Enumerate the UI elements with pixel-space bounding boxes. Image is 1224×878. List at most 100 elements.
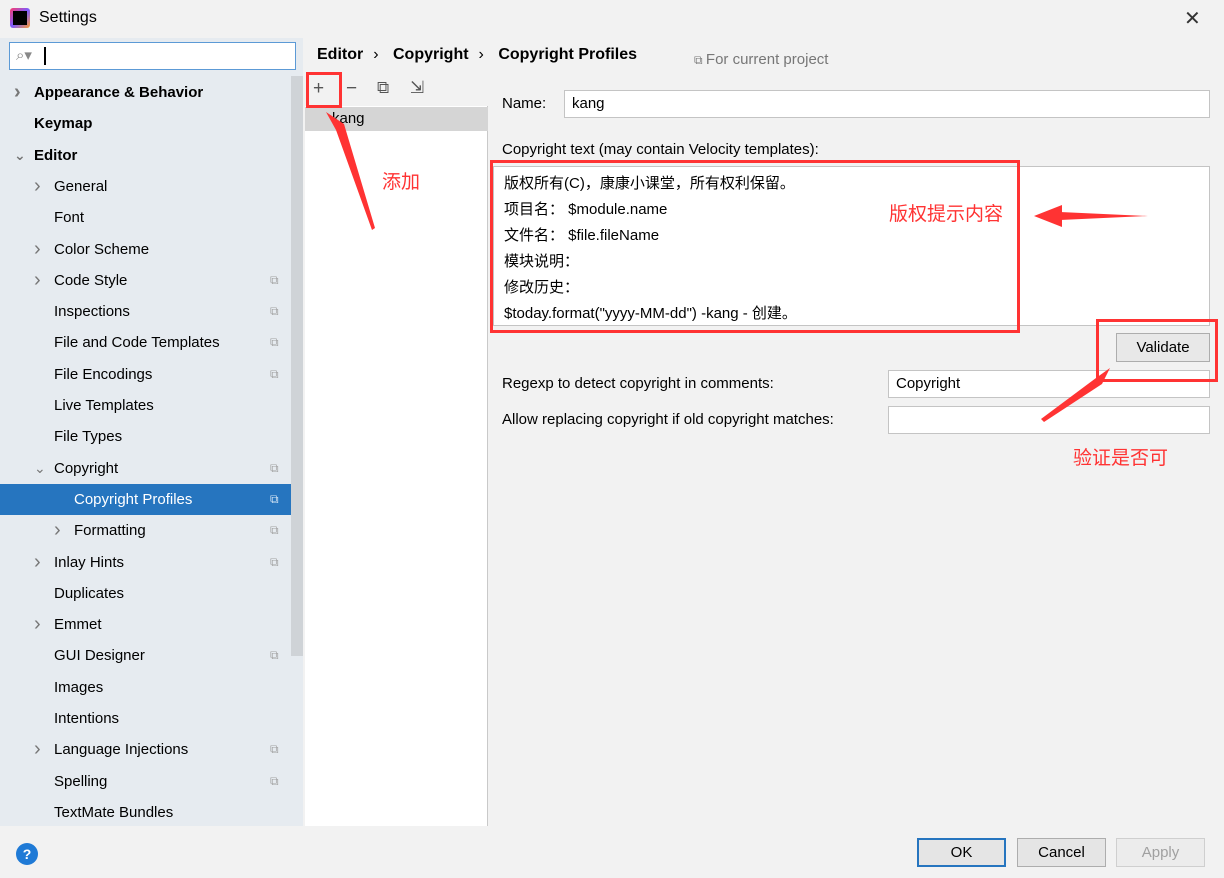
copyright-line: 版权所有(C)，康康小课堂，所有权利保留。 <box>504 175 795 192</box>
sidebar-item-gui-designer[interactable]: GUI Designer ⧉ <box>0 640 290 671</box>
sidebar-item-emmet[interactable]: › Emmet <box>0 609 290 640</box>
sidebar-item-label: GUI Designer <box>54 647 145 665</box>
sidebar-item-label: Copyright Profiles <box>74 490 193 508</box>
project-icon: ⧉ <box>694 53 706 67</box>
sidebar-item-font[interactable]: Font <box>0 202 290 233</box>
annotation-content: 版权提示内容 <box>889 204 1004 225</box>
copyright-text-area[interactable]: 版权所有(C)，康康小课堂，所有权利保留。 项目名： $module.name … <box>493 166 1210 326</box>
regexp-input[interactable]: Copyright <box>888 370 1210 398</box>
annotation-validate: 验证是否可 <box>1073 448 1169 469</box>
sidebar-item-textmate-bundles[interactable]: TextMate Bundles <box>0 797 290 828</box>
sidebar-item-language-injections[interactable]: › Language Injections ⧉ <box>0 734 290 765</box>
sidebar-item-duplicates[interactable]: Duplicates <box>0 578 290 609</box>
project-scope-icon: ⧉ <box>270 304 279 319</box>
sidebar-item-label: TextMate Bundles <box>54 803 174 821</box>
chevron-right-icon[interactable]: › <box>34 609 41 640</box>
name-label: Name: <box>502 95 547 112</box>
ok-button[interactable]: OK <box>917 838 1006 867</box>
chevron-down-icon[interactable]: ⌄ <box>14 140 26 171</box>
sidebar-item-label: Images <box>54 678 104 696</box>
add-icon[interactable]: + <box>313 78 324 100</box>
sidebar-item-label: Intentions <box>54 710 120 727</box>
sidebar-item-label: File and Code Templates <box>54 334 220 352</box>
profiles-toolbar <box>305 76 488 106</box>
sidebar-item-formatting[interactable]: › Formatting ⧉ <box>0 515 290 546</box>
sidebar-item-copyright[interactable]: ⌄ Copyright ⧉ <box>0 453 290 484</box>
chevron-right-icon[interactable]: › <box>14 77 21 108</box>
for-current-project: ⧉ For current project <box>694 51 828 68</box>
sidebar-item-label: Color Scheme <box>54 240 150 258</box>
for-current-project-label: For current project <box>705 51 829 68</box>
project-scope-icon: ⧉ <box>270 554 279 569</box>
chevron-right-icon[interactable]: › <box>54 515 61 546</box>
sidebar-item-label: General <box>54 177 108 195</box>
sidebar-item-general[interactable]: › General <box>0 171 290 202</box>
project-scope-icon: ⧉ <box>270 773 279 788</box>
sidebar-item-appearance-behavior[interactable]: › Appearance & Behavior <box>0 77 290 108</box>
sidebar-item-file-and-code-templates[interactable]: File and Code Templates ⧉ <box>0 327 290 358</box>
remove-icon[interactable]: − <box>346 78 357 100</box>
breadcrumb-editor: Editor <box>317 46 364 63</box>
chevron-right-icon[interactable]: › <box>34 234 41 265</box>
chevron-down-icon[interactable]: ⌄ <box>34 453 46 484</box>
sidebar-item-images[interactable]: Images <box>0 672 290 703</box>
close-icon[interactable]: ✕ <box>1184 6 1201 31</box>
sidebar-item-label: Editor <box>34 146 78 164</box>
breadcrumb: Editor › Copyright › Copyright Profiles <box>317 46 638 63</box>
sidebar-item-label: Emmet <box>54 616 102 634</box>
copy-icon[interactable]: ⧉ <box>377 78 389 98</box>
chevron-right-icon[interactable]: › <box>34 734 41 765</box>
sidebar-item-label: Duplicates <box>54 584 125 602</box>
sidebar-item-label: Appearance & Behavior <box>34 84 204 101</box>
validate-button[interactable]: Validate <box>1116 333 1210 362</box>
sidebar-item-color-scheme[interactable]: › Color Scheme <box>0 234 290 265</box>
project-scope-icon: ⧉ <box>270 491 279 506</box>
chevron-right-icon[interactable]: › <box>34 265 41 296</box>
project-scope-icon: ⧉ <box>270 742 279 757</box>
allow-replacing-input[interactable] <box>888 406 1210 434</box>
sidebar-item-copyright-profiles[interactable]: Copyright Profiles ⧉ <box>0 483 303 515</box>
sidebar-item-inlay-hints[interactable]: › Inlay Hints ⧉ <box>0 547 290 578</box>
copyright-line: 文件名： $file.fileName <box>504 227 660 244</box>
sidebar-item-spelling[interactable]: Spelling ⧉ <box>0 766 290 797</box>
annotation-add: 添加 <box>382 172 421 193</box>
project-scope-icon: ⧉ <box>270 523 279 538</box>
sidebar-item-live-templates[interactable]: Live Templates <box>0 390 290 421</box>
name-input[interactable]: kang <box>564 90 1210 118</box>
sidebar-item-label: Inlay Hints <box>54 553 125 571</box>
sidebar-item-label: Keymap <box>34 115 93 133</box>
sidebar-item-label: Spelling <box>54 772 108 790</box>
project-scope-icon: ⧉ <box>270 366 279 381</box>
sidebar-item-label: Live Templates <box>54 397 154 414</box>
project-scope-icon: ⧉ <box>270 335 279 350</box>
project-scope-icon: ⧉ <box>270 648 279 663</box>
sidebar-item-label: Formatting <box>74 522 146 540</box>
sidebar-item-editor[interactable]: ⌄ Editor <box>0 140 290 171</box>
chevron-right-icon[interactable]: › <box>34 171 41 202</box>
help-icon[interactable]: ? <box>16 843 38 865</box>
profile-item-kang[interactable]: kang <box>305 107 488 131</box>
cancel-button[interactable]: Cancel <box>1017 838 1106 867</box>
title-bar <box>0 0 1224 38</box>
window-title: Settings <box>39 9 97 26</box>
copyright-line: 修改历史： <box>504 279 580 296</box>
sidebar-item-label: File Encodings <box>54 365 153 383</box>
copyright-line: 项目名： $module.name <box>504 201 668 218</box>
search-input[interactable]: ⌕▾ <box>9 42 296 70</box>
sidebar-item-intentions[interactable]: Intentions <box>0 703 290 734</box>
chevron-right-icon[interactable]: › <box>34 547 41 578</box>
sidebar-item-label: Copyright <box>54 459 119 477</box>
import-icon[interactable]: ⇲ <box>410 78 424 98</box>
intellij-app-icon <box>10 8 30 28</box>
sidebar-item-code-style[interactable]: › Code Style ⧉ <box>0 265 290 296</box>
sidebar-scrollbar[interactable] <box>291 76 303 656</box>
copyright-text-label: Copyright text (may contain Velocity tem… <box>502 141 819 158</box>
breadcrumb-copyright: Copyright <box>393 46 469 63</box>
text-cursor <box>44 47 46 65</box>
sidebar-item-inspections[interactable]: Inspections ⧉ <box>0 296 290 327</box>
apply-button[interactable]: Apply <box>1116 838 1205 867</box>
sidebar-item-keymap[interactable]: Keymap <box>0 108 290 139</box>
sidebar-item-file-encodings[interactable]: File Encodings ⧉ <box>0 359 290 390</box>
sidebar-item-file-types[interactable]: File Types <box>0 421 290 452</box>
search-icon: ⌕▾ <box>16 47 32 64</box>
